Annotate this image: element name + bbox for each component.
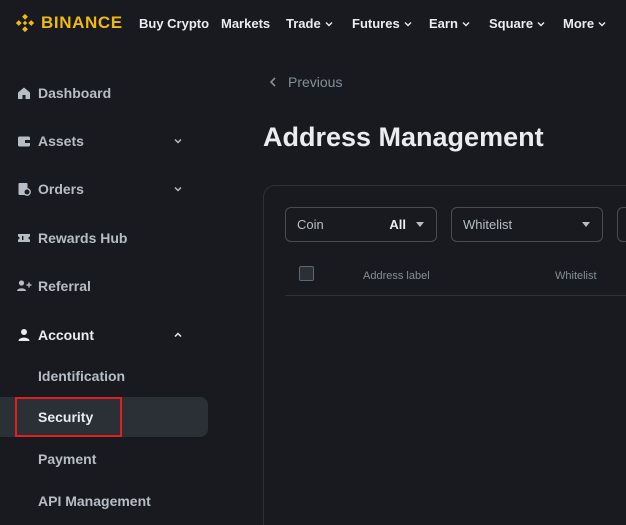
chevron-down-icon [462, 21, 470, 26]
sidebar-subitem-identification[interactable]: Identification [0, 356, 208, 396]
whitelist-filter-select[interactable]: Whitelist [451, 207, 603, 242]
sidebar-item-dashboard[interactable]: Dashboard [0, 73, 208, 113]
caret-down-icon [416, 222, 424, 227]
ticket-icon [16, 230, 32, 246]
brand-logo[interactable]: BINANCE [14, 12, 123, 34]
nav-trade[interactable]: Trade [286, 16, 333, 31]
sidebar-item-label: Assets [38, 133, 84, 149]
nav-square[interactable]: Square [489, 16, 545, 31]
chevron-left-icon [269, 77, 276, 87]
sidebar-item-label: Dashboard [38, 85, 112, 101]
orders-icon [16, 181, 32, 197]
add-user-icon [16, 278, 32, 294]
nav-earn[interactable]: Earn [429, 16, 470, 31]
sidebar-item-orders[interactable]: Orders [0, 169, 208, 209]
caret-down-icon [582, 222, 590, 227]
extra-filter-select[interactable] [617, 207, 626, 242]
previous-label: Previous [288, 74, 343, 90]
brand-name: BINANCE [41, 13, 123, 32]
table-header: Address label Whitelist [285, 258, 626, 296]
nav-label: Trade [286, 16, 321, 31]
sidebar-item-assets[interactable]: Assets [0, 121, 208, 161]
chevron-down-icon[interactable] [172, 135, 184, 147]
column-header-address-label: Address label [363, 270, 430, 282]
nav-label: Futures [352, 16, 400, 31]
whitelist-filter-label: Whitelist [463, 217, 513, 232]
select-all-checkbox[interactable] [299, 266, 314, 281]
sidebar-subitem-payment[interactable]: Payment [0, 439, 208, 479]
column-header-whitelist: Whitelist [555, 270, 597, 282]
sidebar-item-account[interactable]: Account [0, 315, 208, 355]
nav-more[interactable]: More [563, 16, 606, 31]
chevron-up-icon[interactable] [172, 329, 184, 341]
sidebar-item-referral[interactable]: Referral [0, 266, 208, 306]
sidebar-subitem-label: API Management [38, 493, 151, 509]
chevron-down-icon [598, 21, 606, 26]
user-icon [16, 327, 32, 343]
coin-filter-label: Coin [297, 217, 324, 232]
sidebar-item-label: Orders [38, 181, 84, 197]
sidebar-subitem-label: Payment [38, 451, 97, 467]
nav-markets[interactable]: Markets [221, 16, 270, 31]
chevron-down-icon [325, 21, 333, 26]
wallet-icon [16, 133, 32, 149]
nav-label: Earn [429, 16, 458, 31]
coin-filter-select[interactable]: Coin All [285, 207, 437, 242]
home-icon [16, 85, 32, 101]
page-title: Address Management [263, 122, 544, 152]
previous-link[interactable]: Previous [268, 74, 342, 90]
chevron-down-icon[interactable] [172, 183, 184, 195]
chevron-down-icon [404, 21, 412, 26]
sidebar-subitem-label: Identification [38, 368, 126, 384]
nav-label: Square [489, 16, 534, 31]
nav-label: Markets [221, 16, 271, 31]
annotation-highlight-box [15, 397, 122, 437]
nav-buy-crypto[interactable]: Buy Crypto [139, 16, 209, 31]
sidebar-item-rewards-hub[interactable]: Rewards Hub [0, 218, 208, 258]
coin-filter-value: All [389, 217, 406, 232]
chevron-down-icon [537, 21, 545, 26]
sidebar-subitem-api-management[interactable]: API Management [0, 481, 208, 521]
nav-label: Buy Crypto [139, 16, 210, 31]
sidebar-item-label: Rewards Hub [38, 230, 128, 246]
top-navigation: BINANCE Buy Crypto Markets Trade Futures… [0, 0, 626, 48]
nav-label: More [563, 16, 595, 31]
sidebar-item-label: Referral [38, 278, 91, 294]
nav-futures[interactable]: Futures [352, 16, 412, 31]
binance-logo-icon [15, 13, 35, 33]
sidebar-item-label: Account [38, 327, 94, 343]
